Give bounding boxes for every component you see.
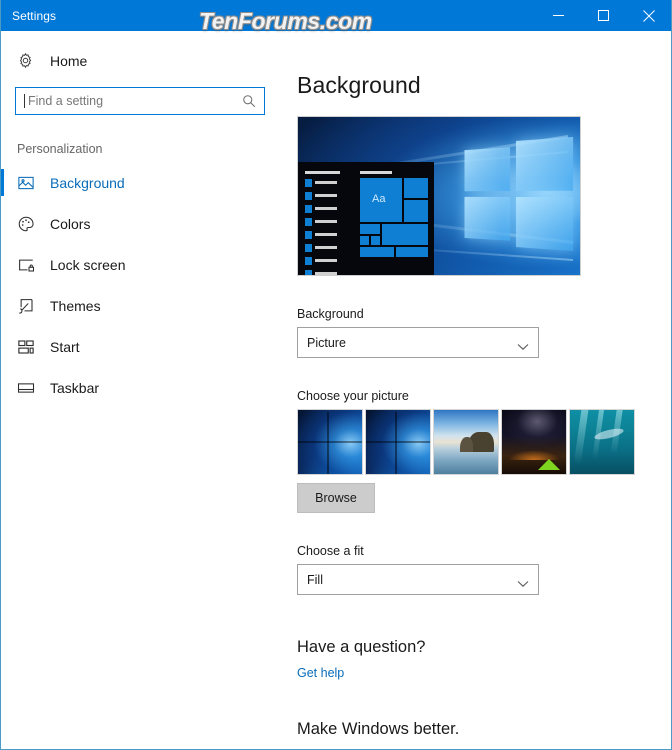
preview-start-menu: Aa <box>298 162 434 275</box>
sidebar-item-lock-screen-label: Lock screen <box>50 256 126 273</box>
thumbnail-windows-hero-2[interactable] <box>365 409 431 475</box>
chevron-down-icon <box>517 575 529 593</box>
sidebar-item-colors[interactable]: Colors <box>1 203 291 244</box>
help-heading: Have a question? <box>297 638 426 656</box>
minimize-button[interactable] <box>536 0 581 31</box>
settings-window: Settings TenForums.com Home Find a setti… <box>0 0 672 750</box>
choose-picture-label: Choose your picture <box>297 389 409 403</box>
search-icon[interactable] <box>242 94 256 113</box>
sidebar-item-home[interactable]: Home <box>1 45 291 76</box>
sidebar-item-themes-label: Themes <box>50 297 101 314</box>
lock-screen-icon <box>17 256 47 274</box>
sidebar-item-themes[interactable]: Themes <box>1 285 291 326</box>
get-help-link[interactable]: Get help <box>297 666 344 680</box>
window-title: Settings <box>12 8 57 23</box>
sidebar: Home Find a setting Personalization Back… <box>1 31 291 748</box>
tiles-icon <box>17 338 47 356</box>
thumbnail-windows-hero-1[interactable] <box>297 409 363 475</box>
search-placeholder: Find a setting <box>28 94 104 108</box>
image-icon <box>17 174 47 192</box>
preview-app-list <box>305 171 341 275</box>
sidebar-item-background-label: Background <box>50 174 125 191</box>
chevron-down-icon <box>517 338 529 356</box>
background-select-value: Picture <box>307 335 346 350</box>
page-title: Background <box>297 72 421 98</box>
desktop-preview: Aa <box>297 116 581 276</box>
sidebar-section-label: Personalization <box>17 142 103 156</box>
main-content: Background Aa Background Picture Choose … <box>291 31 671 749</box>
background-field-label: Background <box>297 307 364 321</box>
sidebar-item-taskbar[interactable]: Taskbar <box>1 367 291 408</box>
preview-tile-text: Aa <box>372 193 386 205</box>
maximize-button[interactable] <box>581 0 626 31</box>
fit-field-label: Choose a fit <box>297 544 364 558</box>
thumbnail-underwater[interactable] <box>569 409 635 475</box>
feedback-heading: Make Windows better. <box>297 720 460 738</box>
sidebar-item-start-label: Start <box>50 338 80 355</box>
sidebar-item-colors-label: Colors <box>50 215 91 232</box>
feedback-section: Make Windows better. Give us feedback <box>297 720 671 749</box>
sidebar-item-start[interactable]: Start <box>1 326 291 367</box>
text-caret <box>24 94 25 108</box>
sidebar-item-home-label: Home <box>50 52 88 69</box>
palette-icon <box>17 215 47 233</box>
brush-icon <box>17 297 47 315</box>
browse-button[interactable]: Browse <box>297 483 375 513</box>
thumbnail-night-sky-tent[interactable] <box>501 409 567 475</box>
close-button[interactable] <box>626 0 671 31</box>
taskbar-icon <box>17 379 47 397</box>
title-bar: Settings <box>1 0 671 31</box>
sidebar-item-taskbar-label: Taskbar <box>50 379 100 396</box>
sidebar-item-lock-screen[interactable]: Lock screen <box>1 244 291 285</box>
window-body: Home Find a setting Personalization Back… <box>1 31 671 749</box>
preview-tiles: Aa <box>360 171 428 272</box>
fit-select-value: Fill <box>307 572 323 587</box>
fit-select[interactable]: Fill <box>297 564 539 595</box>
help-section: Have a question? Get help <box>297 638 671 682</box>
thumbnail-beach-rock[interactable] <box>433 409 499 475</box>
background-select[interactable]: Picture <box>297 327 539 358</box>
sidebar-item-background[interactable]: Background <box>1 162 291 203</box>
windows-logo-watermark <box>464 136 574 253</box>
gear-icon <box>17 52 47 69</box>
search-input[interactable]: Find a setting <box>15 87 265 115</box>
window-controls <box>536 0 671 31</box>
picture-thumbnail-list <box>297 409 671 475</box>
